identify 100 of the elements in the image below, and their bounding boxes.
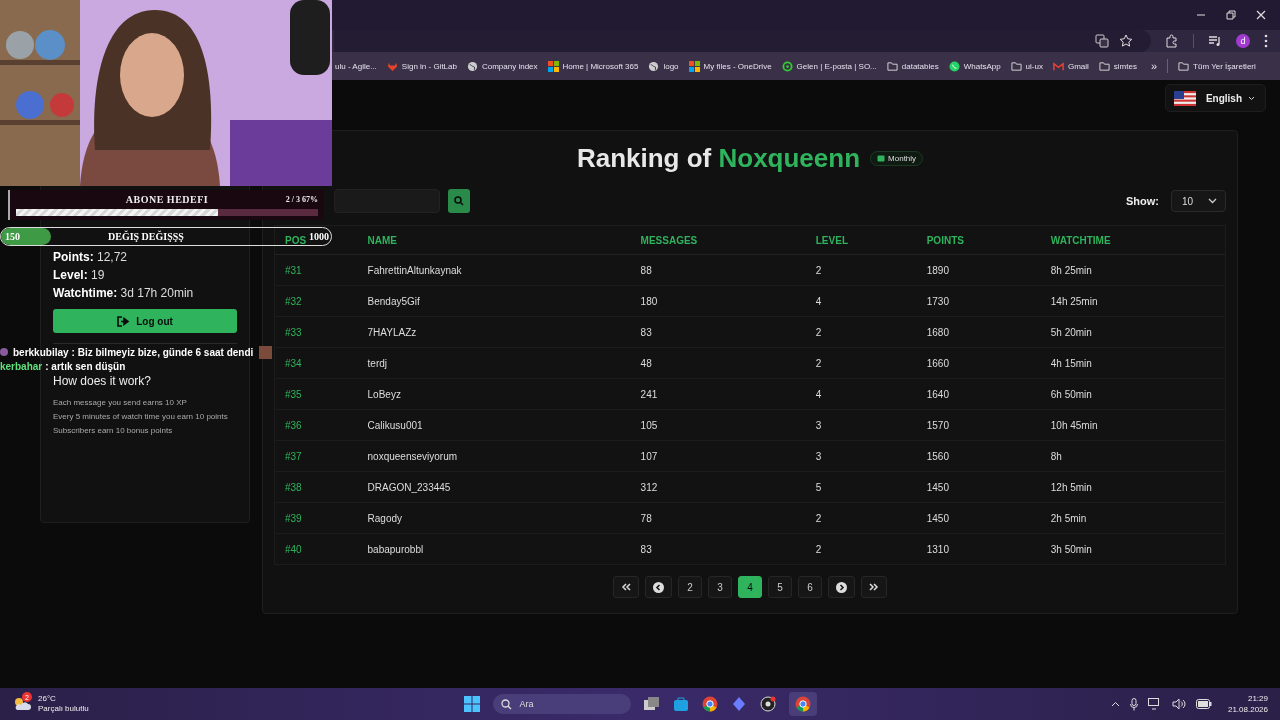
table-cell: DRAGON_233445 xyxy=(357,471,631,503)
four-squares-icon xyxy=(547,60,559,72)
window-icon[interactable] xyxy=(643,697,660,711)
more-bookmarks-button[interactable]: » xyxy=(1150,60,1158,72)
table-cell: 107 xyxy=(630,440,806,472)
diamond-icon[interactable] xyxy=(730,696,747,712)
bookmark[interactable]: Gmail xyxy=(1052,60,1089,72)
bookmark[interactable]: ulu - Agile... xyxy=(335,61,377,71)
temperature-text: 26°C xyxy=(38,694,57,704)
bookmark[interactable]: Sign in - GitLab xyxy=(386,60,457,72)
star-icon[interactable] xyxy=(1119,34,1133,48)
first-page-button[interactable] xyxy=(613,576,639,598)
chevron-up-icon[interactable] xyxy=(1110,701,1120,707)
media-icon[interactable] xyxy=(1208,34,1222,48)
bookmark[interactable]: Home | Microsoft 365 xyxy=(547,60,639,72)
menu-icon[interactable] xyxy=(1264,34,1268,48)
table-cell: noxqueenseviyorum xyxy=(357,440,631,472)
search-icon xyxy=(454,196,464,206)
page-size-select[interactable]: 10 xyxy=(1171,190,1226,212)
level-text: Level: 19 xyxy=(53,267,106,284)
column-header: MESSAGES xyxy=(630,225,806,255)
search-button[interactable] xyxy=(448,189,470,213)
logout-button[interactable]: Log out xyxy=(53,309,237,333)
table-cell: 83 xyxy=(630,316,806,348)
clock-date: 21.08.2026 xyxy=(1227,704,1268,715)
table-cell: Benday5Gif xyxy=(357,285,631,317)
page-button[interactable]: 5 xyxy=(768,576,792,598)
four-squares-icon xyxy=(688,60,700,72)
table-cell: 8h xyxy=(1040,440,1226,472)
microphone-icon[interactable] xyxy=(1129,697,1138,711)
last-page-button[interactable] xyxy=(861,576,887,598)
table-cell: 4 xyxy=(805,378,917,410)
table-cell: #37 xyxy=(274,440,358,472)
page-button[interactable]: 2 xyxy=(678,576,702,598)
chat-username: kerbahar xyxy=(0,360,43,372)
next-page-button[interactable] xyxy=(828,576,855,598)
previous-page-button[interactable] xyxy=(645,576,672,598)
close-icon[interactable] xyxy=(1256,10,1266,20)
table-cell: 1450 xyxy=(916,471,1041,503)
folder-icon xyxy=(1178,60,1190,72)
table-cell: 2 xyxy=(805,316,917,348)
table-cell: 12h 5min xyxy=(1040,471,1226,503)
column-header: NAME xyxy=(357,225,631,255)
page-button[interactable]: 3 xyxy=(708,576,732,598)
table-cell: #40 xyxy=(274,533,358,565)
caret-icon xyxy=(1248,95,1255,101)
points-text: Points: 12,72 xyxy=(53,249,129,266)
table-cell: #39 xyxy=(274,502,358,534)
windows-start-icon[interactable] xyxy=(463,696,480,712)
battery-icon[interactable] xyxy=(1195,699,1212,709)
table-cell: #32 xyxy=(274,285,358,317)
table-cell: 4h 15min xyxy=(1040,347,1226,379)
bookmark[interactable]: logo xyxy=(648,60,679,72)
weather-text: Parçalı bulutlu xyxy=(38,704,89,714)
camera-app-icon[interactable] xyxy=(759,696,776,712)
table-cell: 6h 50min xyxy=(1040,378,1226,410)
active-app-button[interactable] xyxy=(788,692,817,716)
bookmark[interactable]: datatables xyxy=(886,60,939,72)
table-cell: 2 xyxy=(805,502,917,534)
goal-count: 2 / 3 67% xyxy=(285,195,318,204)
circle-chevron-left-icon xyxy=(653,581,664,593)
bookmark[interactable]: WhatsApp xyxy=(948,60,1001,72)
page-button[interactable]: 6 xyxy=(798,576,822,598)
help-text: Every 5 minutes of watch time you earn 10 points xyxy=(53,411,229,423)
store-icon[interactable] xyxy=(672,696,689,712)
logout-icon xyxy=(117,315,131,327)
page-button[interactable]: 4 xyxy=(738,576,762,598)
puzzle-icon[interactable] xyxy=(1165,34,1179,48)
chat-badge-icon xyxy=(0,348,8,356)
table-cell: 78 xyxy=(630,502,806,534)
ring-icon xyxy=(781,60,793,72)
folder-icon xyxy=(886,60,898,72)
goal-start-value: 150 xyxy=(5,231,20,242)
browser-icon[interactable] xyxy=(701,696,718,712)
table-cell: 105 xyxy=(630,409,806,441)
show-label: Show: xyxy=(1126,195,1159,207)
chat-username: berkkubilay xyxy=(13,346,69,358)
bookmark[interactable]: Company index xyxy=(466,60,538,72)
table-cell: 3 xyxy=(805,440,917,472)
table-cell: 312 xyxy=(630,471,806,503)
weather-icon xyxy=(12,696,32,712)
table-cell: FahrettinAltunkaynak xyxy=(357,254,631,286)
all-bookmarks-button[interactable]: Tüm Yer İşaretleri xyxy=(1178,60,1256,72)
bookmark[interactable]: Gelen | E-posta | SO... xyxy=(781,60,877,72)
speaker-icon[interactable] xyxy=(1171,698,1186,710)
taskbar-search[interactable]: Ara xyxy=(492,694,631,714)
help-text: Subscribers earn 10 bonus points xyxy=(53,425,174,437)
translate-icon[interactable] xyxy=(1095,34,1109,48)
language-selector[interactable]: English xyxy=(1164,84,1266,112)
table-cell: 2 xyxy=(805,254,917,286)
restore-icon[interactable] xyxy=(1226,10,1236,20)
clock-time: 21:29 xyxy=(1246,693,1268,704)
bookmark[interactable]: ui-ux xyxy=(1010,60,1043,72)
profile-avatar[interactable]: d xyxy=(1236,34,1250,48)
column-header: WATCHTIME xyxy=(1040,225,1226,255)
table-cell: 10h 45min xyxy=(1040,409,1226,441)
bookmark[interactable]: My files - OneDrive xyxy=(688,60,772,72)
table-cell: 1640 xyxy=(916,378,1041,410)
table-cell: 1890 xyxy=(916,254,1041,286)
bookmark[interactable]: simtes xyxy=(1098,60,1137,72)
